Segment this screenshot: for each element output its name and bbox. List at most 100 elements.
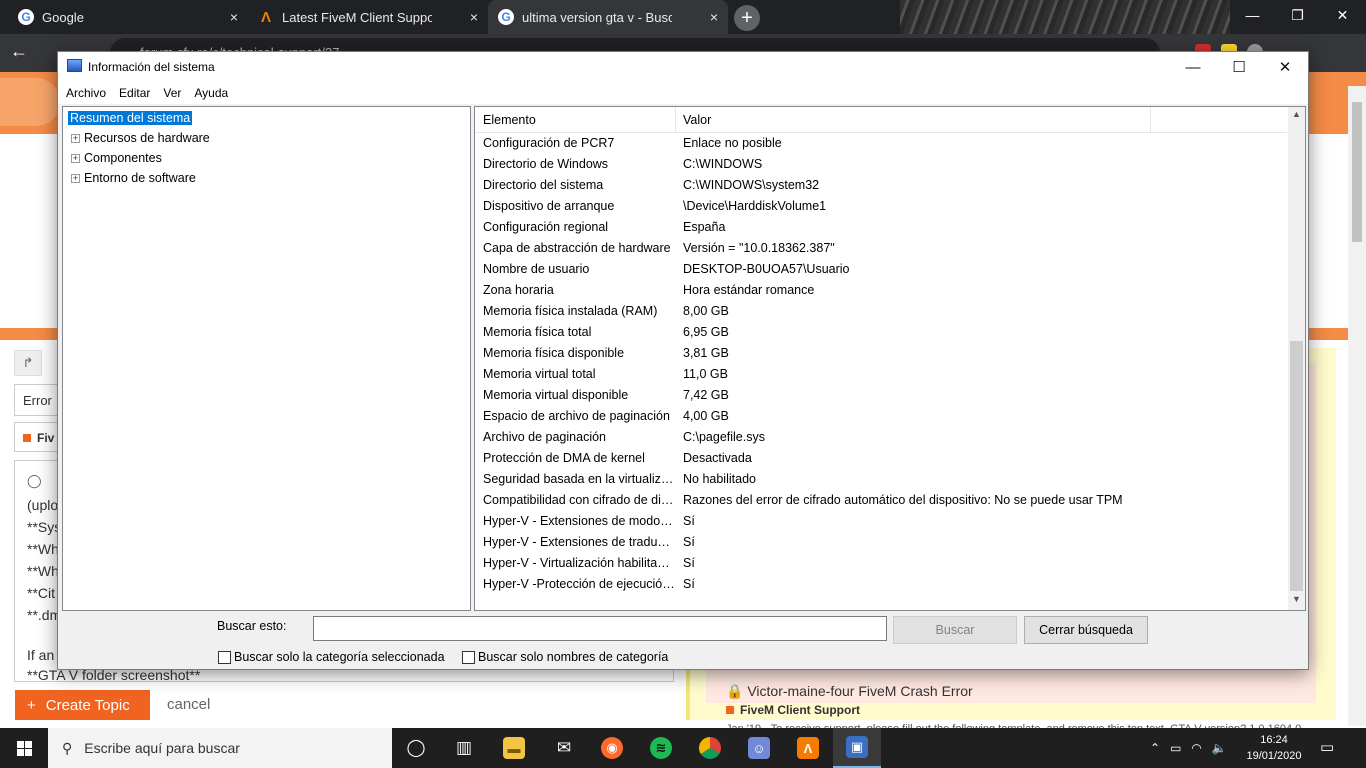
menu-ver[interactable]: Ver — [163, 86, 181, 100]
chrome-icon[interactable] — [686, 728, 734, 768]
start-button[interactable] — [0, 728, 48, 768]
row-elemento: Dispositivo de arranque — [483, 199, 615, 213]
back-arrow-icon[interactable]: ← — [10, 41, 28, 62]
details-row[interactable]: Nombre de usuario DESKTOP-B0UOA57\Usuario — [475, 259, 1287, 280]
expand-icon[interactable]: + — [71, 153, 80, 163]
row-elemento: Hyper-V - Extensiones de modo de monitor… — [483, 514, 675, 528]
details-row[interactable]: Espacio de archivo de paginación 4,00 GB — [475, 406, 1287, 427]
page-scroll-thumb[interactable] — [1352, 102, 1362, 242]
file-explorer-icon[interactable]: ▬ — [490, 728, 538, 768]
task-view-icon[interactable]: ▥ — [440, 728, 488, 768]
checkbox-box[interactable] — [218, 650, 231, 664]
tree-item-label: Recursos de hardware — [84, 131, 210, 145]
menu-archivo[interactable]: Archivo — [66, 86, 106, 100]
search-selected-category-checkbox[interactable]: Buscar solo la categoría seleccionada — [218, 650, 445, 664]
volume-icon[interactable]: 🔈 — [1212, 741, 1227, 755]
checkbox-box[interactable] — [462, 650, 475, 664]
menu-ayuda[interactable]: Ayuda — [194, 86, 228, 100]
browser-tab-google[interactable]: G Google × — [8, 0, 248, 34]
browser-tab-bar: G Google × Λ Latest FiveM Client Support… — [0, 0, 1366, 34]
find-button[interactable]: Buscar — [893, 616, 1017, 644]
wifi-icon[interactable]: ◠ — [1191, 741, 1201, 755]
details-row[interactable]: Memoria virtual disponible 7,42 GB — [475, 385, 1287, 406]
details-row[interactable]: Compatibilidad con cifrado de dispositiv… — [475, 490, 1287, 511]
details-row[interactable]: Dispositivo de arranque \Device\HarddiskV… — [475, 196, 1287, 217]
details-row[interactable]: Capa de abstracción de hardware Versión =… — [475, 238, 1287, 259]
details-row[interactable]: Hyper-V - Extensiones de traducción de d… — [475, 532, 1287, 553]
scroll-up-icon[interactable]: ▲ — [1288, 109, 1305, 123]
details-row[interactable]: Archivo de paginación C:\pagefile.sys — [475, 427, 1287, 448]
spotify-icon[interactable]: ≋ — [637, 728, 685, 768]
details-row[interactable]: Hyper-V - Virtualización habilitada en e… — [475, 553, 1287, 574]
editor-line: (uplo — [27, 497, 59, 513]
clock[interactable]: 16:24 19/01/2020 — [1244, 732, 1304, 764]
vertical-scrollbar[interactable]: ▲ ▼ — [1288, 107, 1305, 610]
close-icon[interactable]: ✕ — [1320, 0, 1365, 30]
tree-item-entorno[interactable]: + Entorno de software — [71, 171, 196, 185]
similar-topic-category[interactable]: FiveM Client Support — [726, 703, 860, 717]
tab-title: Latest FiveM Client Support topics — [282, 9, 432, 25]
notification-icon[interactable]: ▭ — [1320, 738, 1334, 756]
close-button[interactable]: ✕ — [1262, 52, 1308, 82]
details-row[interactable]: Configuración regional España — [475, 217, 1287, 238]
details-row[interactable]: Memoria física disponible 3,81 GB — [475, 343, 1287, 364]
row-valor: 6,95 GB — [683, 325, 729, 339]
tree-item-recursos[interactable]: + Recursos de hardware — [71, 131, 210, 145]
menu-editar[interactable]: Editar — [119, 86, 150, 100]
discord-icon[interactable]: ☺ — [735, 728, 783, 768]
expand-icon[interactable]: + — [71, 133, 80, 143]
similar-topic-title[interactable]: 🔒 Victor-maine-four FiveM Crash Error — [726, 683, 973, 700]
column-divider[interactable] — [675, 107, 676, 133]
details-row[interactable]: Memoria virtual total 11,0 GB — [475, 364, 1287, 385]
firefox-icon[interactable]: ◉ — [588, 728, 636, 768]
new-tab-button[interactable]: + — [734, 5, 760, 31]
scroll-thumb[interactable] — [1290, 341, 1303, 591]
find-input[interactable] — [313, 616, 887, 641]
mail-icon[interactable]: ✉ — [540, 728, 588, 768]
details-row[interactable]: Hyper-V - Extensiones de modo de monitor… — [475, 511, 1287, 532]
cortana-icon[interactable]: ◯ — [392, 728, 440, 768]
browser-tab-search[interactable]: G ultima version gta v - Buscar con Goog… — [488, 0, 728, 34]
close-icon[interactable]: × — [710, 9, 718, 25]
details-row[interactable]: Zona horaria Hora estándar romance — [475, 280, 1287, 301]
details-row[interactable]: Directorio del sistema C:\WINDOWS\system3… — [475, 175, 1287, 196]
maximize-icon[interactable]: ❐ — [1275, 0, 1320, 30]
row-valor: Desactivada — [683, 451, 752, 465]
expand-icon[interactable]: + — [71, 173, 80, 183]
details-row[interactable]: Configuración de PCR7 Enlace no posible — [475, 133, 1287, 154]
browser-tab-fivem[interactable]: Λ Latest FiveM Client Support topics × — [248, 0, 488, 34]
details-row[interactable]: Memoria física instalada (RAM) 8,00 GB — [475, 301, 1287, 322]
maximize-button[interactable]: ☐ — [1216, 52, 1262, 82]
row-valor: C:\WINDOWS — [683, 157, 763, 171]
chevron-up-icon[interactable]: ⌃ — [1150, 741, 1160, 755]
system-information-icon[interactable]: ▣ — [833, 728, 881, 768]
fivem-icon[interactable]: Λ — [784, 728, 832, 768]
scroll-down-icon[interactable]: ▼ — [1288, 594, 1305, 608]
details-row[interactable]: Directorio de Windows C:\WINDOWS — [475, 154, 1287, 175]
details-row[interactable]: Hyper-V -Protección de ejecución de dato… — [475, 574, 1287, 595]
row-valor: Razones del error de cifrado automático … — [683, 493, 1123, 507]
column-header-valor[interactable]: Valor — [683, 113, 711, 127]
tree-item-resumen[interactable]: Resumen del sistema — [68, 111, 193, 125]
search-category-names-checkbox[interactable]: Buscar solo nombres de categoría — [462, 650, 668, 664]
column-header-elemento[interactable]: Elemento — [483, 113, 536, 127]
details-row[interactable]: Protección de DMA de kernel Desactivada — [475, 448, 1287, 469]
forum-logo[interactable] — [0, 78, 60, 126]
close-icon[interactable]: × — [230, 9, 238, 25]
create-topic-button[interactable]: + Create Topic — [15, 690, 150, 720]
battery-icon[interactable]: ▭ — [1170, 741, 1181, 755]
row-valor: 8,00 GB — [683, 304, 729, 318]
cancel-link[interactable]: cancel — [167, 696, 210, 713]
details-row[interactable]: Memoria física total 6,95 GB — [475, 322, 1287, 343]
share-icon[interactable]: ↱ — [14, 350, 42, 376]
close-icon[interactable]: × — [470, 9, 478, 25]
taskbar-search-box[interactable]: ⚲ Escribe aquí para buscar — [48, 728, 392, 768]
minimize-icon[interactable]: — — [1230, 0, 1275, 30]
column-divider[interactable] — [1150, 107, 1151, 133]
minimize-button[interactable]: — — [1170, 52, 1216, 82]
tree-item-componentes[interactable]: + Componentes — [71, 151, 162, 165]
window-titlebar[interactable]: Información del sistema — ☐ ✕ — [58, 52, 1308, 82]
details-row[interactable]: Seguridad basada en la virtualización No … — [475, 469, 1287, 490]
row-elemento: Archivo de paginación — [483, 430, 606, 444]
close-find-button[interactable]: Cerrar búsqueda — [1024, 616, 1148, 644]
